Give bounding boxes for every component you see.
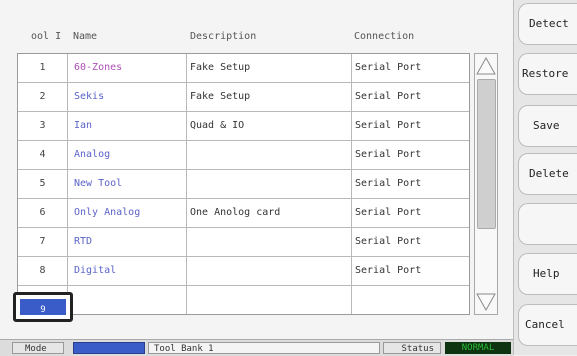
row-index: 1 bbox=[18, 54, 68, 82]
delete-button[interactable]: Delete bbox=[518, 153, 577, 195]
cancel-button[interactable]: Cancel bbox=[518, 304, 577, 346]
mode-indicator bbox=[73, 342, 145, 354]
row-name-empty bbox=[68, 286, 187, 314]
scrollbar-thumb[interactable] bbox=[477, 79, 496, 229]
status-label: Status bbox=[383, 342, 441, 354]
table-row[interactable]: 3 Ian Quad & IO Serial Port bbox=[18, 112, 469, 141]
row-index: 6 bbox=[18, 199, 68, 227]
row-description: Fake Setup bbox=[187, 54, 352, 82]
row-description bbox=[187, 257, 352, 285]
restore-button[interactable]: Restore bbox=[518, 53, 577, 95]
save-button[interactable]: Save bbox=[518, 105, 577, 147]
table-row[interactable]: 2 Sekis Fake Setup Serial Port bbox=[18, 83, 469, 112]
tool-bank-field: Tool Bank 1 bbox=[148, 342, 380, 354]
row-name: Analog bbox=[68, 141, 187, 169]
row-index: 3 bbox=[18, 112, 68, 140]
row-description-empty bbox=[187, 286, 352, 314]
selected-index-value: 9 bbox=[20, 299, 66, 315]
table-row[interactable]: 5 New Tool Serial Port bbox=[18, 170, 469, 199]
row-description bbox=[187, 228, 352, 256]
blank-button[interactable] bbox=[518, 203, 577, 245]
row-connection: Serial Port bbox=[355, 178, 422, 189]
row-index: 7 bbox=[18, 228, 68, 256]
row-name: 60-Zones bbox=[68, 54, 187, 82]
table-row[interactable]: 8 Digital Serial Port bbox=[18, 257, 469, 286]
row-name: RTD bbox=[68, 228, 187, 256]
row-connection: Serial Port bbox=[355, 265, 422, 276]
row-name: Ian bbox=[68, 112, 187, 140]
table-row-empty[interactable] bbox=[18, 286, 469, 314]
detect-button[interactable]: Detect bbox=[518, 3, 577, 45]
column-header-tool[interactable]: ool I bbox=[31, 31, 61, 42]
table-scrollbar[interactable] bbox=[474, 53, 498, 315]
row-connection: Serial Port bbox=[355, 236, 422, 247]
table-row[interactable]: 6 Only Analog One Anolog card Serial Por… bbox=[18, 199, 469, 228]
row-description: Quad & IO bbox=[187, 112, 352, 140]
row-description: Fake Setup bbox=[187, 83, 352, 111]
row-index: 8 bbox=[18, 257, 68, 285]
status-bar: Mode Tool Bank 1 Status NORMAL bbox=[0, 339, 513, 356]
selected-row-index[interactable]: 9 bbox=[13, 292, 73, 322]
table-row[interactable]: 4 Analog Serial Port bbox=[18, 141, 469, 170]
tool-table: 1 60-Zones Fake Setup Serial Port 2 Seki… bbox=[17, 53, 470, 315]
row-index: 2 bbox=[18, 83, 68, 111]
row-description: One Anolog card bbox=[187, 199, 352, 227]
row-name: New Tool bbox=[68, 170, 187, 198]
row-connection: Serial Port bbox=[355, 207, 422, 218]
row-connection: Serial Port bbox=[355, 120, 422, 131]
row-index: 5 bbox=[18, 170, 68, 198]
mode-label: Mode bbox=[12, 342, 64, 354]
column-header-description[interactable]: Description bbox=[190, 31, 256, 42]
column-header-name[interactable]: Name bbox=[73, 31, 97, 42]
row-name: Sekis bbox=[68, 83, 187, 111]
row-connection-empty bbox=[352, 286, 469, 314]
table-row[interactable]: 1 60-Zones Fake Setup Serial Port bbox=[18, 54, 469, 83]
row-connection: Serial Port bbox=[355, 149, 422, 160]
row-name: Only Analog bbox=[68, 199, 187, 227]
table-row[interactable]: 7 RTD Serial Port bbox=[18, 228, 469, 257]
row-index: 4 bbox=[18, 141, 68, 169]
action-sidebar: Detect Restore Save Delete Help Cancel bbox=[513, 0, 577, 355]
column-header-connection[interactable]: Connection bbox=[354, 31, 414, 42]
help-button[interactable]: Help bbox=[518, 253, 577, 295]
triangle-up-icon[interactable] bbox=[475, 55, 497, 77]
status-badge: NORMAL bbox=[445, 342, 511, 354]
tool-list-panel: ool I Name Description Connection 1 60-Z… bbox=[0, 0, 513, 356]
row-description bbox=[187, 141, 352, 169]
row-connection: Serial Port bbox=[355, 62, 422, 73]
row-name: Digital bbox=[68, 257, 187, 285]
triangle-down-icon[interactable] bbox=[475, 291, 497, 313]
row-description bbox=[187, 170, 352, 198]
row-connection: Serial Port bbox=[355, 91, 422, 102]
column-headers: ool I Name Description Connection bbox=[0, 26, 470, 48]
